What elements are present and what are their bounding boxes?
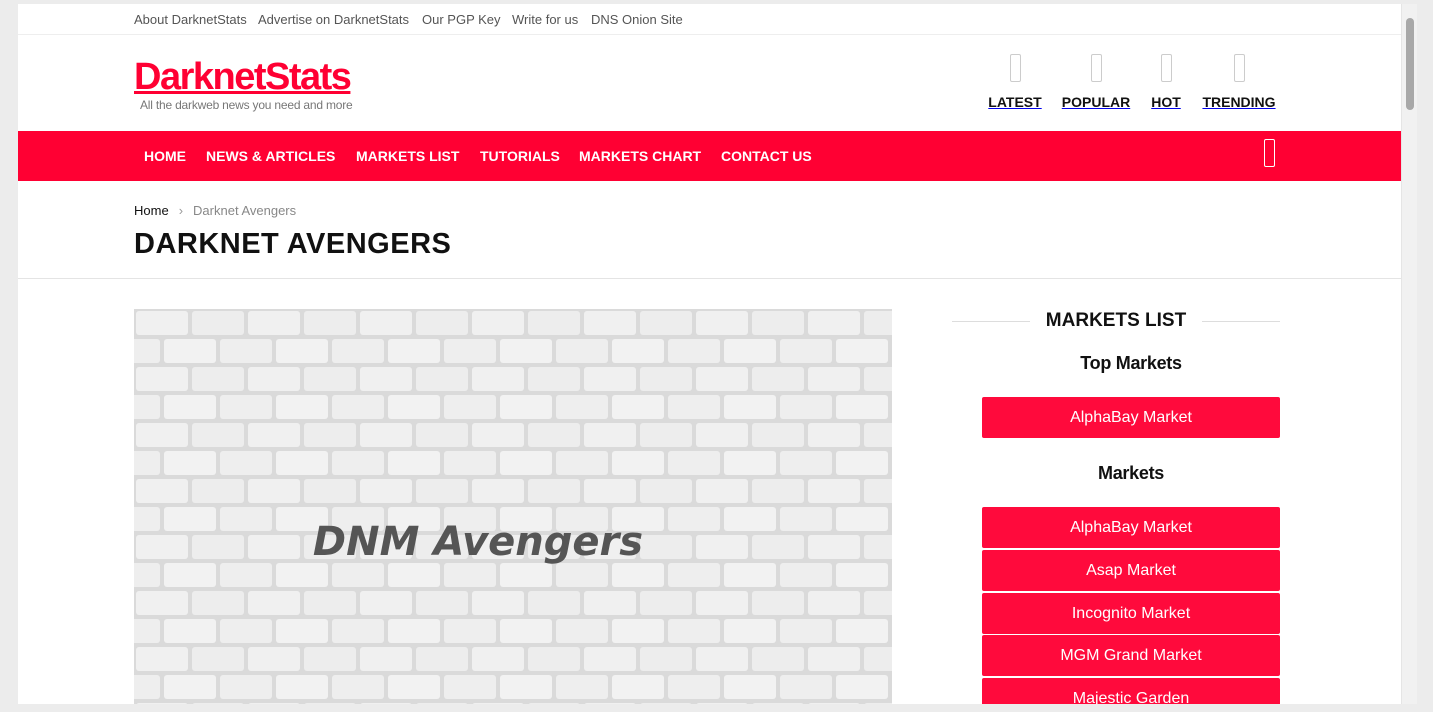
market-button-asap[interactable]: Asap Market: [982, 550, 1280, 591]
topbar-link-pgp[interactable]: Our PGP Key: [422, 12, 501, 27]
breadcrumb-separator: ›: [178, 203, 184, 218]
quicknav-latest[interactable]: LATEST: [986, 54, 1044, 110]
quicknav-label: LATEST: [988, 94, 1042, 110]
top-market-button-alphabay[interactable]: AlphaBay Market: [982, 397, 1280, 438]
divider: [1202, 321, 1280, 322]
topbar-link-write[interactable]: Write for us: [512, 12, 578, 27]
nav-contact-us[interactable]: CONTACT US: [721, 148, 812, 164]
brick-wall-graphic: DNM Avengers: [134, 309, 892, 704]
topbar-link-advertise[interactable]: Advertise on DarknetStats: [258, 12, 409, 27]
page-title: DARKNET AVENGERS: [134, 228, 452, 260]
main-navigation: HOME NEWS & ARTICLES MARKETS LIST TUTORI…: [18, 131, 1401, 181]
vertical-scrollbar[interactable]: [1401, 4, 1417, 704]
featured-image[interactable]: DNM Avengers: [134, 309, 892, 704]
nav-markets-list[interactable]: MARKETS LIST: [356, 148, 459, 164]
market-button-mgm-grand[interactable]: MGM Grand Market: [982, 635, 1280, 676]
topbar-link-about[interactable]: About DarknetStats: [134, 12, 247, 27]
nav-news-articles[interactable]: NEWS & ARTICLES: [206, 148, 335, 164]
browser-viewport: About DarknetStats Advertise on DarknetS…: [18, 4, 1401, 704]
nav-tutorials[interactable]: TUTORIALS: [480, 148, 560, 164]
popular-icon: [1090, 54, 1102, 82]
topbar-link-onion[interactable]: DNS Onion Site: [591, 12, 683, 27]
breadcrumb-current: Darknet Avengers: [193, 203, 297, 218]
markets-heading: Markets: [1098, 463, 1164, 483]
breadcrumb: Home › Darknet Avengers: [134, 203, 296, 218]
nav-markets-chart[interactable]: MARKETS CHART: [579, 148, 701, 164]
latest-icon: [1009, 54, 1021, 82]
trending-icon: [1233, 54, 1245, 82]
featured-image-caption: DNM Avengers: [313, 519, 643, 565]
sidebar-widget-header: MARKETS LIST: [952, 309, 1280, 335]
quicknav-label: POPULAR: [1061, 94, 1131, 110]
quicknav-label: HOT: [1151, 94, 1181, 110]
top-markets-heading: Top Markets: [1080, 353, 1182, 373]
breadcrumb-home[interactable]: Home: [134, 203, 169, 218]
quicknav-label: TRENDING: [1202, 94, 1276, 110]
quicknav-hot[interactable]: HOT: [1148, 54, 1184, 110]
site-logo[interactable]: DarknetStats: [134, 56, 352, 99]
hot-icon: [1160, 54, 1172, 82]
divider: [18, 278, 1401, 279]
quicknav-trending[interactable]: TRENDING: [1201, 54, 1277, 110]
market-button-incognito[interactable]: Incognito Market: [982, 593, 1280, 634]
nav-home[interactable]: HOME: [144, 148, 186, 164]
site-tagline: All the darkweb news you need and more: [140, 98, 353, 112]
quicknav-popular[interactable]: POPULAR: [1060, 54, 1132, 110]
market-button-alphabay[interactable]: AlphaBay Market: [982, 507, 1280, 548]
scrollbar-thumb[interactable]: [1406, 18, 1414, 110]
market-button-majestic-garden[interactable]: Majestic Garden: [982, 678, 1280, 704]
top-links-bar: About DarknetStats Advertise on DarknetS…: [18, 4, 1401, 35]
search-icon[interactable]: [1264, 139, 1275, 167]
